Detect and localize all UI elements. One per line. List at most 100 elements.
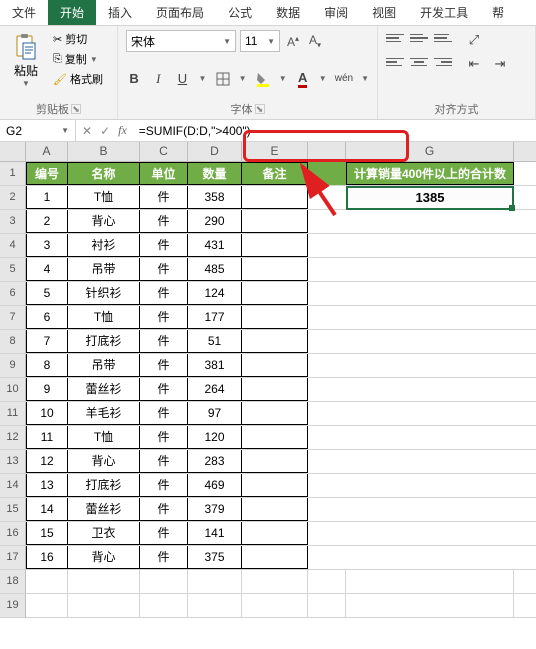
cell-qty[interactable]: 431	[188, 234, 242, 257]
name-box[interactable]: G2▼	[0, 120, 76, 141]
cut-button[interactable]: ✂剪切	[50, 30, 106, 48]
row-header[interactable]: 9	[0, 354, 26, 378]
cell-qty[interactable]: 283	[188, 450, 242, 473]
cell-unit[interactable]: 件	[140, 498, 188, 521]
cell-empty[interactable]	[346, 426, 514, 449]
cell-note[interactable]	[242, 234, 308, 257]
cell-gap[interactable]	[308, 282, 346, 305]
cell-name[interactable]: 羊毛衫	[68, 402, 140, 425]
col-header-A[interactable]: A	[26, 142, 68, 161]
cell-id[interactable]: 3	[26, 234, 68, 257]
cell-gap[interactable]	[308, 522, 346, 545]
row-header[interactable]: 7	[0, 306, 26, 330]
cell-id[interactable]: 13	[26, 474, 68, 497]
cell-id[interactable]: 6	[26, 306, 68, 329]
cell-id[interactable]: 1	[26, 186, 68, 209]
row-header[interactable]: 17	[0, 546, 26, 570]
cell-empty[interactable]	[346, 378, 514, 401]
cell-qty[interactable]: 120	[188, 426, 242, 449]
format-painter-button[interactable]: 🖌格式刷	[50, 70, 106, 88]
fill-color-button[interactable]	[255, 69, 271, 89]
cell-id[interactable]: 16	[26, 546, 68, 569]
cell-empty[interactable]	[346, 450, 514, 473]
cell-note[interactable]	[242, 282, 308, 305]
cell-empty[interactable]	[346, 210, 514, 233]
cell-unit[interactable]: 件	[140, 522, 188, 545]
tab-formulas[interactable]: 公式	[216, 0, 264, 25]
cell-name[interactable]: 背心	[68, 210, 140, 233]
cell-empty[interactable]	[140, 570, 188, 593]
cell-gap[interactable]	[308, 498, 346, 521]
tab-home[interactable]: 开始	[48, 0, 96, 25]
row-header[interactable]: 3	[0, 210, 26, 234]
cell-qty[interactable]: 358	[188, 186, 242, 209]
cell-id[interactable]: 8	[26, 354, 68, 377]
cell-qty[interactable]: 141	[188, 522, 242, 545]
cell-empty[interactable]	[346, 402, 514, 425]
cell-id[interactable]: 15	[26, 522, 68, 545]
cell-id[interactable]: 7	[26, 330, 68, 353]
align-top-button[interactable]	[386, 30, 404, 46]
fx-icon[interactable]: fx	[118, 123, 127, 138]
col-header-D[interactable]: D	[188, 142, 242, 161]
cell-qty[interactable]: 469	[188, 474, 242, 497]
cell-id[interactable]: 12	[26, 450, 68, 473]
cell-empty[interactable]	[346, 306, 514, 329]
cell-gap[interactable]	[308, 330, 346, 353]
cell-unit[interactable]: 件	[140, 258, 188, 281]
cell-empty[interactable]	[346, 354, 514, 377]
cell-gap[interactable]	[308, 378, 346, 401]
align-left-button[interactable]	[386, 54, 404, 70]
tab-data[interactable]: 数据	[264, 0, 312, 25]
cell-unit[interactable]: 件	[140, 234, 188, 257]
bold-button[interactable]: B	[126, 69, 142, 89]
hdr-note[interactable]: 备注	[242, 162, 308, 185]
cell-empty[interactable]	[188, 594, 242, 617]
cell-unit[interactable]: 件	[140, 450, 188, 473]
col-header-G[interactable]: G	[346, 142, 514, 161]
decrease-indent-button[interactable]: ⇤	[464, 54, 484, 74]
cell-gap[interactable]	[308, 162, 346, 185]
cell-qty[interactable]: 264	[188, 378, 242, 401]
cell-qty[interactable]: 379	[188, 498, 242, 521]
copy-button[interactable]: ⎘复制▼	[50, 50, 106, 68]
row-header[interactable]: 11	[0, 402, 26, 426]
cell-gap[interactable]	[308, 426, 346, 449]
row-header[interactable]: 8	[0, 330, 26, 354]
cell-empty[interactable]	[26, 594, 68, 617]
cell-name[interactable]: 背心	[68, 450, 140, 473]
col-header-E[interactable]: E	[242, 142, 308, 161]
cell-empty[interactable]	[346, 522, 514, 545]
cell-empty[interactable]	[346, 546, 514, 569]
cell-qty[interactable]: 97	[188, 402, 242, 425]
cell-gap[interactable]	[308, 354, 346, 377]
cell-qty[interactable]: 177	[188, 306, 242, 329]
cell-name[interactable]: 打底衫	[68, 330, 140, 353]
increase-font-button[interactable]: A▴	[284, 32, 302, 51]
row-header[interactable]: 10	[0, 378, 26, 402]
cell-unit[interactable]: 件	[140, 474, 188, 497]
font-name-combo[interactable]: 宋体▼	[126, 30, 236, 52]
cell-note[interactable]	[242, 474, 308, 497]
cell-unit[interactable]: 件	[140, 354, 188, 377]
row-header[interactable]: 19	[0, 594, 26, 618]
cell-gap[interactable]	[308, 402, 346, 425]
cell-id[interactable]: 14	[26, 498, 68, 521]
cell-note[interactable]	[242, 498, 308, 521]
cell-name[interactable]: 衬衫	[68, 234, 140, 257]
cell-empty[interactable]	[26, 570, 68, 593]
cell-gap[interactable]	[308, 474, 346, 497]
tab-review[interactable]: 审阅	[312, 0, 360, 25]
cell-unit[interactable]: 件	[140, 210, 188, 233]
cell-unit[interactable]: 件	[140, 282, 188, 305]
cell-name[interactable]: 吊带	[68, 258, 140, 281]
cell-note[interactable]	[242, 546, 308, 569]
cell-empty[interactable]	[188, 570, 242, 593]
cell-empty[interactable]	[140, 594, 188, 617]
row-header[interactable]: 18	[0, 570, 26, 594]
cell-empty[interactable]	[346, 498, 514, 521]
hdr-unit[interactable]: 单位	[140, 162, 188, 185]
formula-input[interactable]: =SUMIF(D:D,">400")	[133, 120, 536, 141]
font-color-button[interactable]: A	[295, 69, 311, 89]
cell-unit[interactable]: 件	[140, 426, 188, 449]
